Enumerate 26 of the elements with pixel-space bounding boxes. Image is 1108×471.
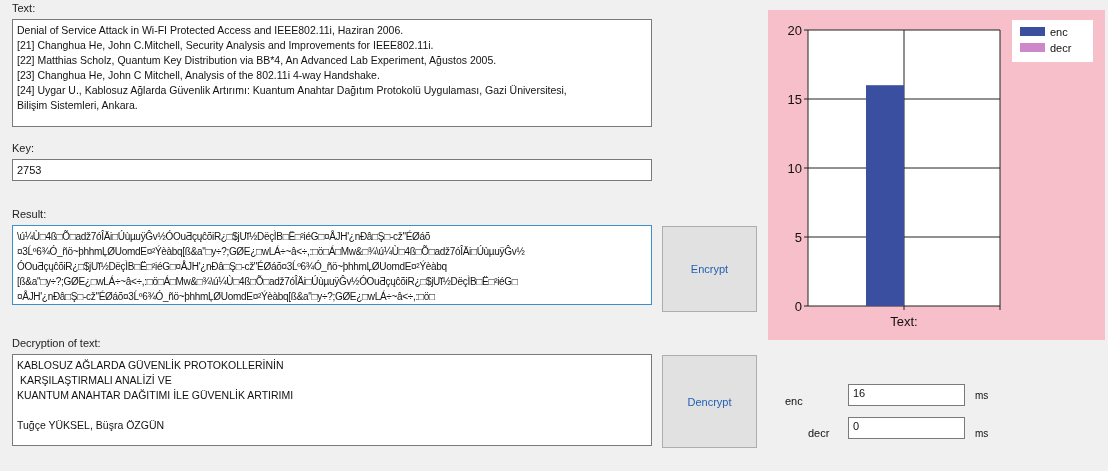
legend-swatch <box>1020 43 1045 52</box>
axis-tick-label: 5 <box>794 230 802 245</box>
field-label: Result: <box>12 207 47 221</box>
field-label: Text: <box>12 1 36 15</box>
axis-tick-label: 15 <box>787 92 802 107</box>
axis-tick-label: 20 <box>787 23 802 38</box>
text-area[interactable]: Denial of Service Attack in Wi-FI Protected Access and IEEE802.11i, Haziran 2006. [21] Changhua He, John C.Mitchell, Security Analysis and Improvements for IEEE802.11i. [22] Matthias Scholz, Quantum Key Distribution via BB*4, An Advanced Lab Experiment, Ağustos 2005. [23] Changhua He, John C Mitchell, Analysis of the 802.11i 4-way Handshake. [24] Uygar U., Kablosuz Ağlarda Güvenlik Artırımı: Kuantum Anahtar Dağıtım Protokolü Uygulaması, Gazi Üniversitesi, Bilişim Sistemleri, Ankara. <box>12 19 652 127</box>
input-field[interactable]: 2753 <box>12 159 652 181</box>
input-field[interactable]: 16 <box>848 384 965 406</box>
timing-label: decr <box>807 427 831 439</box>
text-area[interactable]: \ú¼Ù□4ß□Õ□adž7óÎÄi□ÚùµuÿĜv½ÓOuƋçųĉõiR¿□$jUĭ½DëçÌB□Ë□²iéG□¤ÅJH'¿nÐâ□Ş□-cž"ÉØáõ ¤3Ĺº6¾Ó_ñö~þhhmĻØUomdE¤²Ýèàbq[ß&a"□y÷?;GØE¿□wLÁ÷~â<÷,:□ö□Á□Mw&□¾\ú¼Ù□4ß□Õ□adž7óÎÄi□ÚùµuÿĜv½ ÓOuƋçųĉõiR¿□$jUĭ½DëçÌB□Ë□²iéG□¤ÅJH'¿nÐâ□Ş□-cž"ÉØáõ¤3Ĺº6¾Ó_ñö~þhhmĻØUomdE¤²Ýèàbq [ß&a"□y÷?;GØE¿□wLÁ÷~â<÷,:□ö□Á□Mw&□¾\ú¼Ù□4ß□Õ□adž7óÎÄi□ÚùµuÿĜv½ÓOuƋçųĉõiR¿□$jUĭ½DëçÌB□Ë□²iéG□ ¤ÅJH'¿nÐâ□Ş□-cž"ÉØáõ¤3Ĺº6¾Ó_ñö~þhhmĻØUomdE¤²Ýèàbq[ß&a"□y÷?;GØE¿□wLÁ÷~â<÷,:□ö□ <box>12 225 652 305</box>
legend-label: decr <box>1050 42 1072 54</box>
unit-label: ms <box>975 427 989 439</box>
axis-tick-label: 10 <box>787 161 802 176</box>
timing-label: enc <box>784 395 804 407</box>
field-label: Key: <box>12 141 34 155</box>
text-area[interactable]: KABLOSUZ AĞLARDA GÜVENLİK PROTOKOLLERİNİN KARŞILAŞTIRMALI ANALİZİ VE KUANTUM ANAHTAR DAĞITIMI İLE GÜVENLİK ARTIRIMI Tuğçe YÜKSEL, Büşra ÖZGÜN <box>12 354 652 446</box>
decrypt-button[interactable]: Dencrypt <box>662 355 757 448</box>
axis-tick-label: 0 <box>794 299 802 314</box>
category-label: Text: <box>890 314 918 329</box>
legend-label: enc <box>1050 26 1068 38</box>
unit-label: ms <box>975 389 989 401</box>
legend-swatch <box>1020 27 1045 36</box>
field-label: Decryption of text: <box>12 336 101 350</box>
encrypt-button[interactable]: Encrypt <box>662 226 757 312</box>
input-field[interactable]: 0 <box>848 417 965 439</box>
